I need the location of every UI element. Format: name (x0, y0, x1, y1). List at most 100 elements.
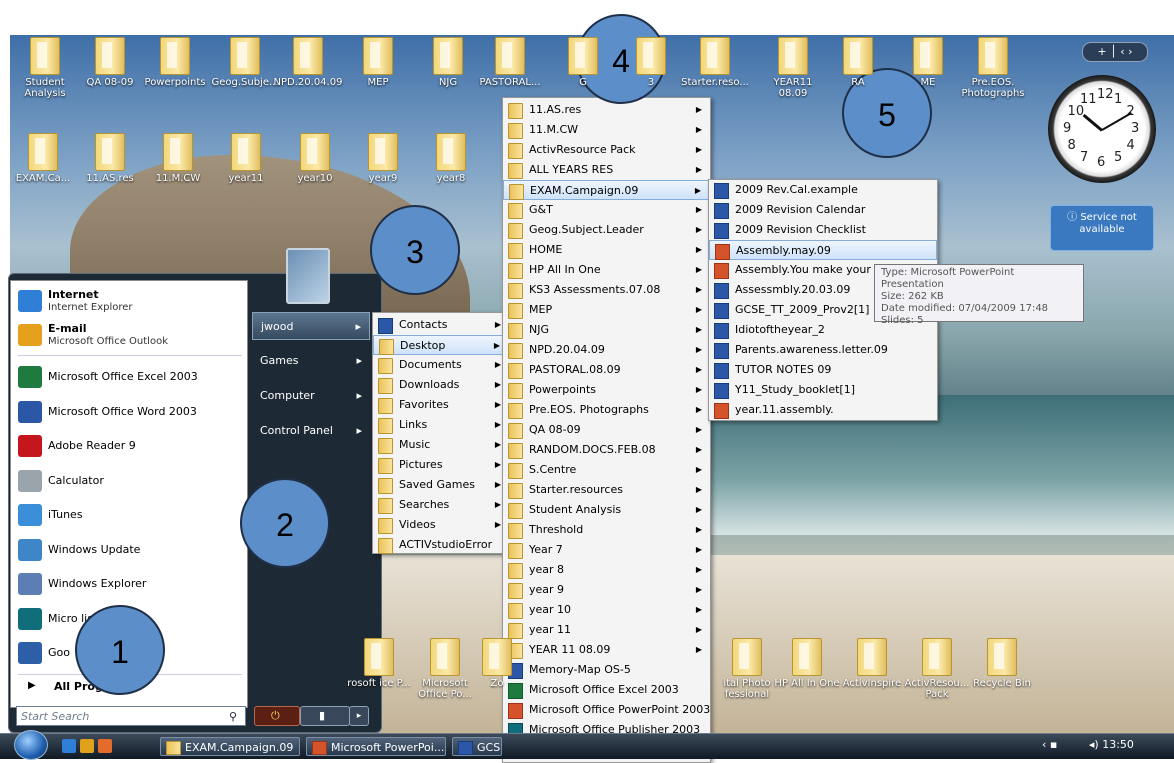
desktop-item[interactable]: 11.M.CW ▶ (503, 120, 710, 140)
jwood-item-music[interactable]: Music ▶ (373, 435, 509, 455)
start-recent-item[interactable]: Adobe Reader 9 (12, 429, 248, 463)
start-recent-item[interactable]: Microsoft Office Excel 2003 (12, 360, 248, 394)
desktop-icon[interactable]: NJG (413, 37, 483, 88)
jwood-item-documents[interactable]: Documents ▶ (373, 355, 509, 375)
desktop-icon[interactable]: year11 (211, 133, 281, 184)
desktop-icon[interactable]: ActivInspire (837, 638, 907, 689)
ie-quicklaunch-icon[interactable] (62, 739, 76, 753)
shutdown-options-button[interactable]: ▸ (349, 706, 369, 726)
desktop-icon[interactable]: Powerpoints (140, 37, 210, 88)
jwood-item-activstudioerror[interactable]: ACTIVstudioError (373, 535, 509, 555)
outlook-quicklaunch-icon[interactable] (98, 739, 112, 753)
desktop-icon[interactable]: Starter.reso... (680, 37, 750, 88)
desktop-icon[interactable]: PASTORAL... (475, 37, 545, 88)
desktop-item[interactable]: Microsoft Office PowerPoint 2003 (503, 700, 710, 720)
exam-file-item[interactable]: year.11.assembly. (709, 400, 937, 420)
desktop-icon[interactable]: G (548, 37, 618, 88)
start-search-input[interactable]: Start Search ⚲ (16, 706, 246, 726)
desktop-item[interactable]: RANDOM.DOCS.FEB.08 ▶ (503, 440, 710, 460)
desktop-icon[interactable]: Geog.Subje... (210, 37, 280, 88)
desktop-icon[interactable]: ME (893, 37, 963, 88)
desktop-item[interactable]: Microsoft Office Excel 2003 (503, 680, 710, 700)
desktop-icon[interactable]: 11.AS.res (75, 133, 145, 184)
exam-file-item[interactable]: 2009 Revision Checklist (709, 220, 937, 240)
desktop-item[interactable]: NPD.20.04.09 ▶ (503, 340, 710, 360)
taskbar-button[interactable]: GCSE (452, 737, 502, 756)
exam-file-item[interactable]: Y11_Study_booklet[1] (709, 380, 937, 400)
desktop-item[interactable]: NJG ▶ (503, 320, 710, 340)
desktop-icon[interactable]: MEP (343, 37, 413, 88)
jwood-item-desktop[interactable]: Desktop ▶ (373, 335, 509, 355)
power-button[interactable]: ⏻ (254, 706, 300, 726)
start-right-control-panel[interactable]: Control Panel ▸ (252, 417, 370, 445)
start-recent-item[interactable]: Windows Explorer (12, 567, 248, 601)
start-pinned-ie[interactable]: Internet Internet Explorer (12, 284, 248, 318)
desktop-icon[interactable]: Student Analysis (10, 37, 80, 99)
desktop-item[interactable]: year 10 ▶ (503, 600, 710, 620)
desktop-item[interactable]: year 8 ▶ (503, 560, 710, 580)
desktop-item[interactable]: 11.AS.res ▶ (503, 100, 710, 120)
jwood-item-links[interactable]: Links ▶ (373, 415, 509, 435)
desktop-item[interactable]: KS3 Assessments.07.08 ▶ (503, 280, 710, 300)
exam-file-item[interactable]: 2009 Revision Calendar (709, 200, 937, 220)
start-pinned-outlook[interactable]: E-mail Microsoft Office Outlook (12, 318, 248, 352)
start-right-jwood[interactable]: jwood ▸ (252, 312, 370, 340)
desktop-icon[interactable]: 3 (616, 37, 686, 88)
desktop-item[interactable]: PASTORAL.08.09 ▶ (503, 360, 710, 380)
start-right-computer[interactable]: Computer ▸ (252, 382, 370, 410)
jwood-item-favorites[interactable]: Favorites ▶ (373, 395, 509, 415)
desktop-item[interactable]: HOME ▶ (503, 240, 710, 260)
desktop-item[interactable]: Student Analysis ▶ (503, 500, 710, 520)
desktop-icon[interactable]: EXAM.Ca... (8, 133, 78, 184)
desktop-item[interactable]: year 11 ▶ (503, 620, 710, 640)
desktop-icon[interactable]: YEAR11 08.09 (758, 37, 828, 99)
clock-time[interactable]: 13:50 (1102, 738, 1134, 751)
desktop-icon[interactable]: rosoft ice P... (344, 638, 414, 689)
desktop-item[interactable]: Threshold ▶ (503, 520, 710, 540)
exam-file-item[interactable]: 2009 Rev.Cal.example (709, 180, 937, 200)
start-recent-item[interactable]: Microsoft Office Word 2003 (12, 395, 248, 429)
jwood-item-saved-games[interactable]: Saved Games ▶ (373, 475, 509, 495)
start-right-games[interactable]: Games ▸ (252, 347, 370, 375)
exam-file-item[interactable]: TUTOR NOTES 09 (709, 360, 937, 380)
desktop-icon[interactable]: Pre.EOS. Photographs (958, 37, 1028, 99)
desktop-item[interactable]: Geog.Subject.Leader ▶ (503, 220, 710, 240)
start-recent-item[interactable]: iTunes (12, 498, 248, 532)
start-recent-item[interactable]: Windows Update (12, 533, 248, 567)
desktop-item[interactable]: EXAM.Campaign.09 ▶ (503, 180, 710, 200)
desktop-item[interactable]: Memory-Map OS-5 (503, 660, 710, 680)
desktop-item[interactable]: Starter.resources ▶ (503, 480, 710, 500)
tray-expand-icon[interactable]: ‹ (1042, 738, 1046, 751)
desktop-item[interactable]: Year 7 ▶ (503, 540, 710, 560)
desktop-icon[interactable]: 11.M.CW (143, 133, 213, 184)
desktop-item[interactable]: ALL YEARS RES ▶ (503, 160, 710, 180)
desktop-icon[interactable]: NPD.20.04.09 (273, 37, 343, 88)
exam-file-item[interactable]: Parents.awareness.letter.09 (709, 340, 937, 360)
desktop-icon[interactable]: HP All In One (772, 638, 842, 689)
desktop-icon[interactable]: QA 08-09 (75, 37, 145, 88)
desktop-item[interactable]: YEAR 11 08.09 ▶ (503, 640, 710, 660)
jwood-item-downloads[interactable]: Downloads ▶ (373, 375, 509, 395)
desktop-item[interactable]: G&T ▶ (503, 200, 710, 220)
jwood-item-searches[interactable]: Searches ▶ (373, 495, 509, 515)
taskbar-button[interactable]: EXAM.Campaign.09 (160, 737, 300, 756)
exam-file-item[interactable]: Assembly.may.09 (709, 240, 937, 260)
gadget-bar[interactable]: + │ ‹ › (1082, 42, 1148, 62)
jwood-item-contacts[interactable]: Contacts ▶ (373, 315, 509, 335)
start-button[interactable] (14, 730, 48, 760)
media-quicklaunch-icon[interactable] (80, 739, 94, 753)
desktop-item[interactable]: ActivResource Pack ▶ (503, 140, 710, 160)
taskbar-button[interactable]: Microsoft PowerPoi... (306, 737, 446, 756)
desktop-item[interactable]: MEP ▶ (503, 300, 710, 320)
desktop-icon[interactable]: year10 (280, 133, 350, 184)
tray-network-icon[interactable]: ▪ (1050, 738, 1057, 751)
desktop-icon[interactable]: year8 (416, 133, 486, 184)
start-recent-item[interactable]: Calculator (12, 464, 248, 498)
desktop-item[interactable]: QA 08-09 ▶ (503, 420, 710, 440)
desktop-item[interactable]: Powerpoints ▶ (503, 380, 710, 400)
lock-button[interactable]: ▮ (300, 706, 350, 726)
tray-volume-icon[interactable]: ◂) (1089, 738, 1099, 751)
desktop-item[interactable]: S.Centre ▶ (503, 460, 710, 480)
desktop-item[interactable]: Pre.EOS. Photographs ▶ (503, 400, 710, 420)
desktop-item[interactable]: HP All In One ▶ (503, 260, 710, 280)
